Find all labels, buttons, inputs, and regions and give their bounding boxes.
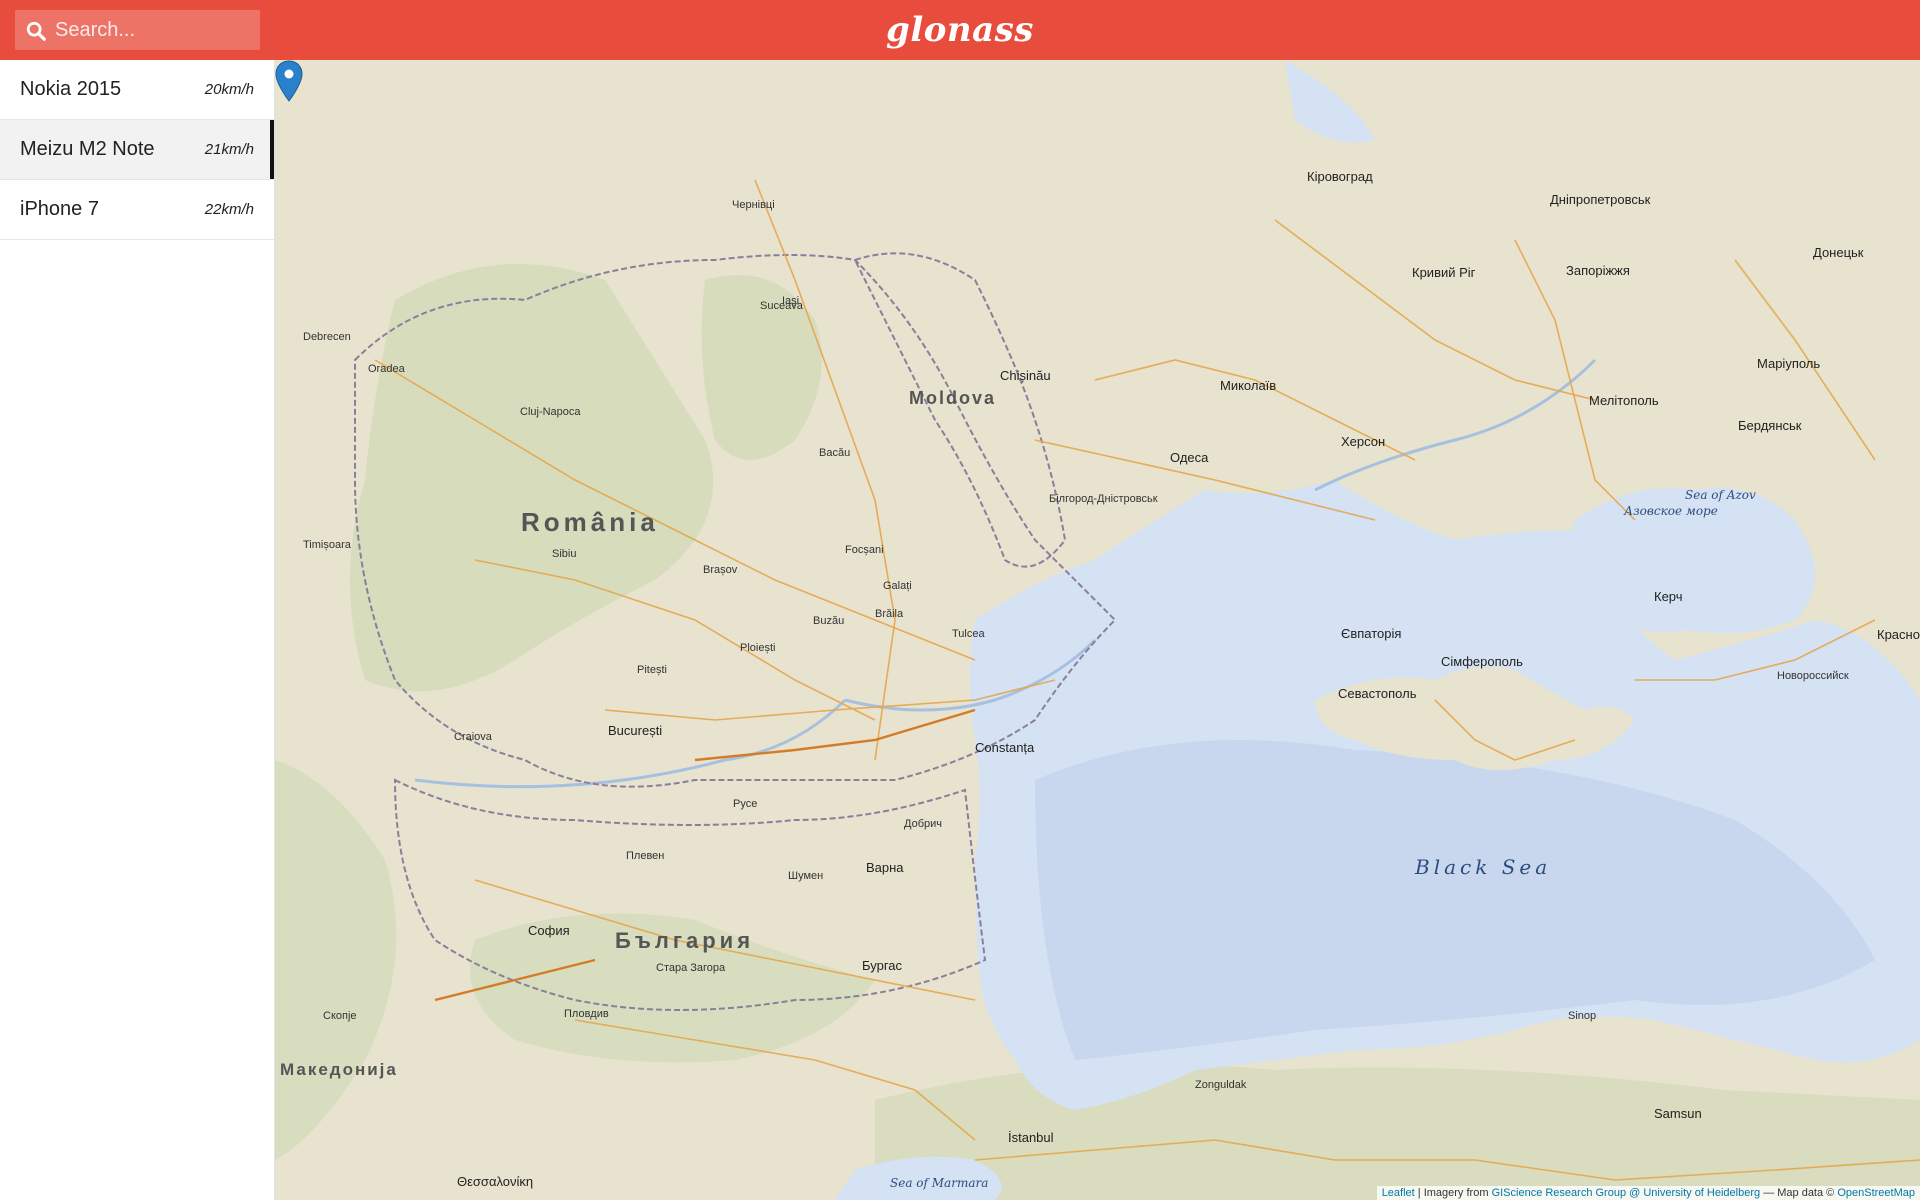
device-speed: 21km/h <box>204 141 254 158</box>
map-label-braila: Brăila <box>875 608 904 620</box>
map-label-galati: Galați <box>883 580 912 592</box>
map-label-pleven: Плевен <box>626 850 665 862</box>
map-label-mariupol: Маріуполь <box>1757 356 1821 371</box>
map-label-ruse: Русе <box>733 798 758 810</box>
map-label-macedonia: Македонија <box>280 1060 398 1079</box>
device-list: Nokia 2015 20km/h Meizu M2 Note 21km/h i… <box>0 60 275 1200</box>
map-label-sofia: София <box>528 923 570 938</box>
map-label-simferopol: Сімферополь <box>1441 654 1523 669</box>
map-label-sea-of-marmara: Sea of Marmara <box>890 1176 989 1190</box>
map-label-berdiansk: Бердянськ <box>1738 418 1802 433</box>
map[interactable]: România Moldova България Македонија Blac… <box>275 60 1920 1200</box>
map-label-suceava: Suceava <box>760 300 803 312</box>
map-label-thessaloniki: Θεσσαλονίκη <box>457 1174 534 1189</box>
map-label-focsani: Focșani <box>845 544 884 556</box>
map-label-pitesti: Pitești <box>637 664 667 676</box>
map-label-odesa: Одеса <box>1170 450 1209 465</box>
map-label-plovdiv: Пловдив <box>564 1008 609 1020</box>
device-name: Nokia 2015 <box>20 78 122 100</box>
map-label-buzau: Buzău <box>813 615 845 627</box>
map-label-craiova: Craiova <box>454 731 492 743</box>
map-label-samsun: Samsun <box>1654 1106 1702 1121</box>
map-label-bulgaria: България <box>615 928 755 953</box>
giscience-link[interactable]: GIScience Research Group @ University of… <box>1492 1187 1761 1199</box>
map-label-kryvyi-rih: Кривий Ріг <box>1412 265 1476 280</box>
map-label-azov-ru: Азовское море <box>1624 504 1718 518</box>
leaflet-link[interactable]: Leaflet <box>1382 1187 1415 1199</box>
map-label-moldova: Moldova <box>909 388 997 408</box>
imagery-text: | Imagery from <box>1417 1187 1489 1199</box>
mapdata-text: — Map data © <box>1763 1187 1835 1199</box>
search-box[interactable] <box>15 10 260 50</box>
map-label-melitopol: Мелітополь <box>1589 393 1659 408</box>
map-label-zonguldak: Zonguldak <box>1195 1079 1247 1091</box>
map-label-burgas: Бургас <box>862 958 903 973</box>
app-title: glonass <box>886 10 1034 50</box>
device-speed: 20km/h <box>204 81 254 98</box>
device-item-nokia-2015[interactable]: Nokia 2015 20km/h <box>0 60 274 120</box>
map-label-dobrich: Добрич <box>904 818 942 830</box>
map-label-bilhorod: Білгород-Дністровськ <box>1049 493 1158 505</box>
map-label-constanta: Constanța <box>975 740 1035 755</box>
map-label-shumen: Шумен <box>788 870 824 882</box>
device-name: Meizu M2 Note <box>20 138 155 160</box>
map-label-kherson: Херсон <box>1341 434 1386 449</box>
search-icon <box>26 21 46 41</box>
map-label-yevpatoriya: Євпаторія <box>1341 626 1402 641</box>
map-label-sea-of-azov: Sea of Azov <box>1685 488 1756 502</box>
map-label-chisinau: Chișinău <box>1000 368 1051 383</box>
map-label-skopje: Скопје <box>323 1010 357 1022</box>
map-label-brasov: Brașov <box>703 564 738 576</box>
map-label-istanbul: İstanbul <box>1008 1130 1054 1145</box>
device-name: iPhone 7 <box>20 198 99 220</box>
map-label-oradea: Oradea <box>368 363 405 375</box>
map-label-donetsk: Донецьк <box>1813 245 1864 260</box>
map-label-tulcea: Tulcea <box>952 628 985 640</box>
device-item-meizu-m2-note[interactable]: Meizu M2 Note 21km/h <box>0 120 274 180</box>
map-label-cluj: Cluj-Napoca <box>520 406 581 418</box>
map-attribution: Leaflet | Imagery from GIScience Researc… <box>1376 1186 1920 1200</box>
map-label-mykolaiv: Миколаїв <box>1220 378 1277 393</box>
map-label-dnipropetrovsk: Дніпропетровськ <box>1550 192 1651 207</box>
map-label-zaporizhzhia: Запоріжжя <box>1566 263 1630 278</box>
map-label-novorossiysk: Новороссийск <box>1777 670 1849 682</box>
map-label-kirovohrad: Кіровоград <box>1307 169 1373 184</box>
map-label-sevastopol: Севастополь <box>1338 686 1417 701</box>
map-label-bacau: Bacău <box>819 447 851 459</box>
search-input[interactable] <box>55 10 255 50</box>
map-base <box>275 60 1920 1200</box>
map-marker-icon[interactable] <box>275 60 303 102</box>
map-label-sinop: Sinop <box>1568 1010 1597 1022</box>
map-label-varna: Варна <box>866 860 904 875</box>
device-item-iphone-7[interactable]: iPhone 7 22km/h <box>0 180 274 240</box>
top-bar: glonass <box>0 0 1920 60</box>
map-label-krasnodar: Красно <box>1877 627 1920 642</box>
map-label-chernivtsi: Чернівці <box>732 199 775 211</box>
osm-link[interactable]: OpenStreetMap <box>1837 1187 1915 1199</box>
map-label-black-sea: Black Sea <box>1415 855 1552 879</box>
map-label-stara-zagora: Стара Загора <box>656 962 726 974</box>
device-speed: 22km/h <box>204 201 254 218</box>
map-label-romania: România <box>521 507 659 537</box>
map-label-kerch: Керч <box>1654 589 1683 604</box>
map-label-ploiesti: Ploiești <box>740 642 776 654</box>
map-label-debrecen: Debrecen <box>303 331 351 343</box>
map-label-bucuresti: București <box>608 723 663 738</box>
map-label-sibiu: Sibiu <box>552 548 577 560</box>
map-label-timisoara: Timișoara <box>303 539 351 551</box>
